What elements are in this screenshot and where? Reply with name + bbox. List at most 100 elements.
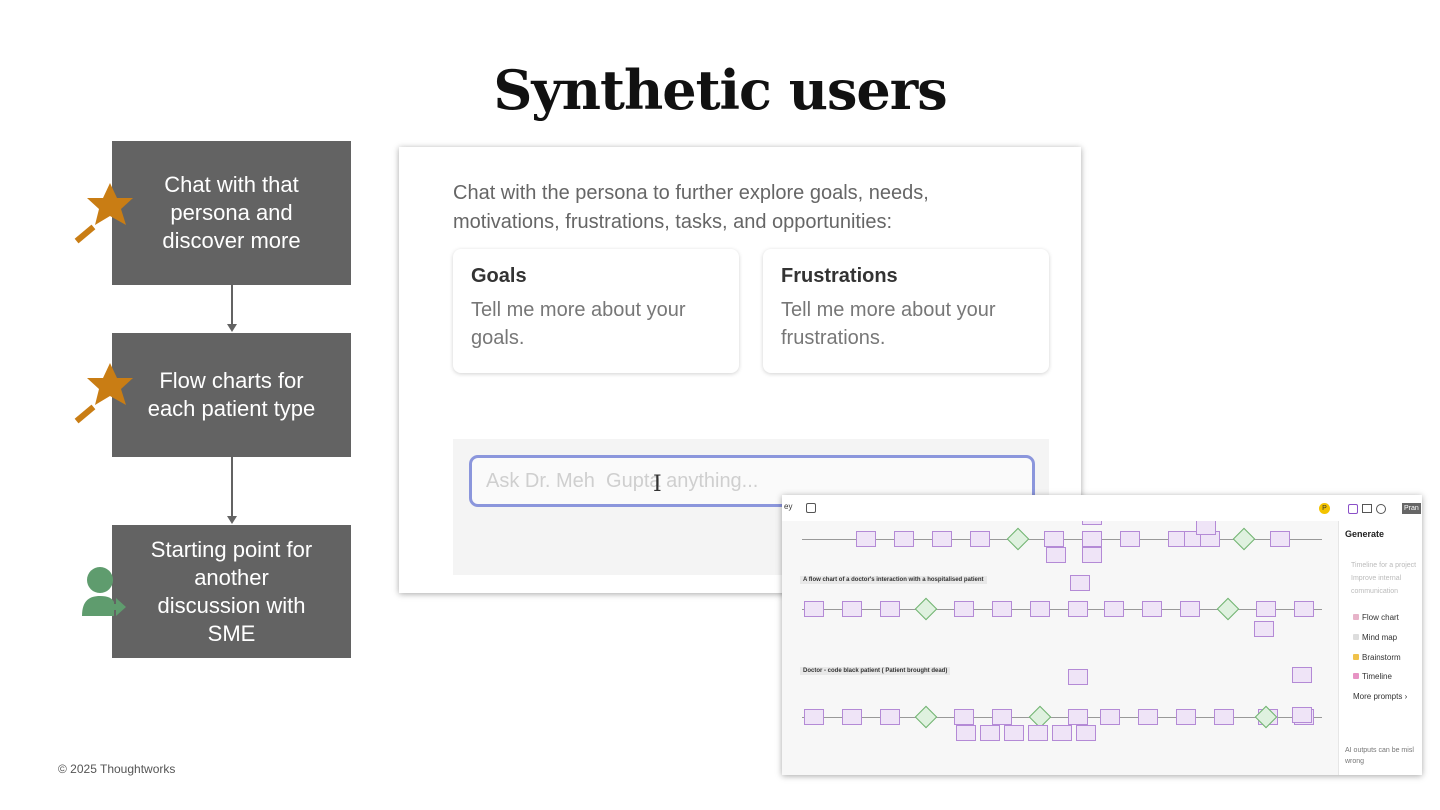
ai-icon[interactable]	[1348, 504, 1358, 514]
brainstorm-icon	[1353, 654, 1359, 660]
step-line: discussion with	[157, 592, 306, 618]
flowchart-canvas[interactable]: A flow chart of a doctor's interaction w…	[782, 495, 1338, 775]
user-badge: Pran	[1402, 503, 1421, 514]
ai-disclaimer: AI outputs can be misl wrong	[1345, 747, 1414, 765]
flow-step-box	[1292, 707, 1312, 723]
card-body: Tell me more about your frustrations.	[781, 299, 996, 349]
generate-panel: Generate Timeline for a project Improve …	[1338, 521, 1422, 775]
step-line: persona and	[170, 200, 293, 225]
flow-step-box	[1082, 531, 1102, 547]
text-cursor-icon: I	[653, 472, 662, 497]
step-chat-with-persona: Chat with that persona and discover more	[112, 141, 351, 285]
flow-step-box	[970, 531, 990, 547]
flowchart-toolbar: ey P Pran	[782, 495, 1422, 521]
prompt-hint: Timeline for a project Improve internal …	[1351, 562, 1417, 595]
step-line: discover more	[162, 228, 301, 253]
flow-decision-diamond	[1216, 597, 1240, 621]
flow-decision-diamond	[1232, 527, 1256, 551]
flow-step-box	[1138, 709, 1158, 725]
step-line: SME	[207, 620, 256, 646]
flow-step-box	[1052, 725, 1072, 741]
flowchart-row-label: A flow chart of a doctor's interaction w…	[800, 576, 987, 584]
avatar[interactable]: P	[1319, 503, 1330, 514]
magic-wand-icon	[74, 363, 133, 424]
flow-step-box	[992, 709, 1012, 725]
flow-chart-icon	[1353, 614, 1359, 620]
flow-step-box	[1030, 601, 1050, 617]
flow-step-box	[1254, 621, 1274, 637]
flow-step-box	[1100, 709, 1120, 725]
flow-step-box	[842, 709, 862, 725]
flow-step-box	[1214, 709, 1234, 725]
step-line: Chat with that	[164, 172, 299, 197]
flow-step-box	[1270, 531, 1290, 547]
persona-handoff-icon	[82, 567, 126, 616]
card-title: Frustrations	[781, 265, 898, 287]
flow-step-box	[1068, 709, 1088, 725]
connector-line	[231, 285, 233, 325]
comment-icon[interactable]	[1376, 504, 1386, 514]
frustrations-prompt-card[interactable]: Frustrations Tell me more about your fru…	[763, 249, 1049, 373]
flow-step-box	[1076, 725, 1096, 741]
flowchart-row-label: Doctor - code black patient ( Patient br…	[800, 667, 951, 675]
menu-item-flow-chart[interactable]: Flow chart	[1353, 613, 1399, 622]
flow-step-box	[1294, 601, 1314, 617]
step-line: another	[194, 564, 269, 590]
copyright-footer: © 2025 Thoughtworks	[58, 762, 176, 776]
flow-step-box	[1180, 601, 1200, 617]
flow-step-box	[1196, 519, 1216, 535]
step-line: Starting point for	[150, 536, 313, 562]
connector-arrow-icon	[227, 324, 237, 332]
flow-step-box	[880, 709, 900, 725]
board-name: ey	[784, 502, 793, 511]
flow-step-box	[1104, 601, 1124, 617]
flow-step-box	[1028, 725, 1048, 741]
flow-step-box	[1256, 601, 1276, 617]
flow-step-box	[1070, 575, 1090, 591]
menu-item-more-prompts[interactable]: More prompts ›	[1353, 692, 1407, 701]
flow-step-box	[1068, 601, 1088, 617]
timeline-icon	[1353, 673, 1359, 679]
flow-step-box	[1120, 531, 1140, 547]
flow-step-box	[956, 725, 976, 741]
menu-item-timeline[interactable]: Timeline	[1353, 672, 1392, 681]
flow-step-box	[1292, 667, 1312, 683]
flow-step-box	[1044, 531, 1064, 547]
flow-step-box	[1046, 547, 1066, 563]
card-title: Goals	[471, 265, 527, 287]
flow-step-box	[1176, 709, 1196, 725]
connector-line	[231, 457, 233, 517]
flowchart-screenshot: A flow chart of a doctor's interaction w…	[782, 495, 1422, 775]
panel-title: Generate	[1345, 529, 1385, 539]
step-flow-charts: Flow charts for each patient type	[112, 333, 351, 457]
step-line: each patient type	[147, 396, 316, 421]
flow-step-box	[1004, 725, 1024, 741]
step-starting-point-sme: Starting point for another discussion wi…	[112, 525, 351, 658]
flow-step-box	[980, 725, 1000, 741]
page-title: Synthetic users	[493, 58, 947, 122]
flow-step-box	[804, 601, 824, 617]
flow-step-box	[954, 709, 974, 725]
flow-decision-diamond	[914, 597, 938, 621]
flow-step-box	[1082, 547, 1102, 563]
flow-step-box	[804, 709, 824, 725]
flow-step-box	[1068, 669, 1088, 685]
copy-icon[interactable]	[806, 503, 816, 513]
flow-step-box	[954, 601, 974, 617]
menu-item-brainstorm[interactable]: Brainstorm	[1353, 653, 1401, 662]
magic-wand-icon	[74, 183, 133, 244]
flow-step-box	[880, 601, 900, 617]
layout-icon[interactable]	[1362, 504, 1372, 513]
mind-map-icon	[1353, 634, 1359, 640]
connector-arrow-icon	[227, 516, 237, 524]
flow-step-box	[932, 531, 952, 547]
card-body: Tell me more about your goals.	[471, 299, 686, 349]
flow-step-box	[1142, 601, 1162, 617]
flow-step-box	[856, 531, 876, 547]
flow-step-box	[992, 601, 1012, 617]
flow-decision-diamond	[1006, 527, 1030, 551]
step-line: Flow charts for	[159, 368, 304, 393]
menu-item-mind-map[interactable]: Mind map	[1353, 633, 1397, 642]
flow-step-box	[842, 601, 862, 617]
goals-prompt-card[interactable]: Goals Tell me more about your goals.	[453, 249, 739, 373]
